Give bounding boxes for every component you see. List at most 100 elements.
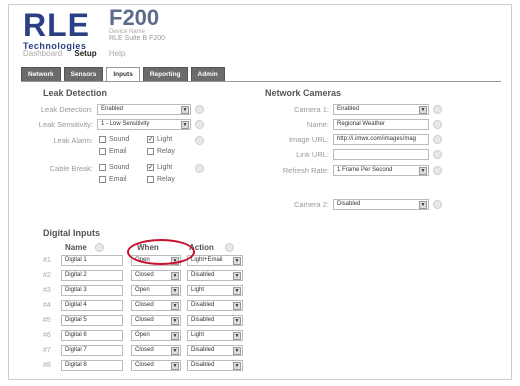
app-window: RLE Technologies F200 Device Name RLE Su…: [8, 4, 512, 380]
leak-sensitivity-select[interactable]: 1 - Low Sensitivity ▼: [97, 119, 191, 130]
help-icon[interactable]: [433, 105, 442, 114]
checkbox-label: Relay: [157, 176, 175, 183]
digital-action-select[interactable]: Disabled ▼: [187, 360, 243, 371]
leak-alarm-relay-checkbox[interactable]: Relay: [147, 148, 175, 155]
digital-name-input[interactable]: Digital 7: [61, 345, 123, 356]
checkbox-label: Light: [157, 136, 173, 143]
chevron-down-icon: ▼: [171, 332, 179, 340]
cable-break-sound-checkbox[interactable]: Sound: [99, 164, 129, 171]
digital-when-select[interactable]: Closed ▼: [131, 360, 181, 371]
checkmark-icon: ✓: [147, 164, 154, 171]
digital-name-input[interactable]: Digital 4: [61, 300, 123, 311]
help-icon[interactable]: [95, 243, 104, 252]
row-number: #8: [43, 362, 51, 369]
digital-action-select[interactable]: Light+Email ▼: [187, 255, 243, 266]
digital-when-select[interactable]: Open ▼: [131, 285, 181, 296]
digital-name-input[interactable]: Digital 3: [61, 285, 123, 296]
header: RLE Technologies F200 Device Name RLE Su…: [9, 5, 511, 63]
help-icon[interactable]: [195, 120, 204, 129]
digital-when-select[interactable]: Open ▼: [131, 330, 181, 341]
camera2-value: Disabled: [337, 201, 361, 207]
chevron-down-icon: ▼: [233, 362, 241, 370]
chevron-down-icon: ▼: [233, 317, 241, 325]
camera1-select[interactable]: Enabled ▼: [333, 104, 429, 115]
digital-name-input[interactable]: Digital 2: [61, 270, 123, 281]
camera1-value: Enabled: [337, 106, 360, 112]
leak-detection-value: Enabled: [101, 106, 124, 112]
chevron-down-icon: ▼: [171, 287, 179, 295]
checkbox-label: Email: [109, 148, 127, 155]
image-url-input[interactable]: http://i.imwx.com/images/mag: [333, 134, 429, 145]
cable-break-relay-checkbox[interactable]: Relay: [147, 176, 175, 183]
tab-inputs[interactable]: Inputs: [106, 67, 140, 81]
leak-alarm-light-checkbox[interactable]: ✓ Light: [147, 136, 172, 143]
digital-action-select[interactable]: Disabled ▼: [187, 300, 243, 311]
top-nav: Dashboard Setup Help: [23, 49, 135, 58]
digital-action-select[interactable]: Disabled ▼: [187, 345, 243, 356]
chevron-down-icon: ▼: [233, 287, 241, 295]
cable-break-light-checkbox[interactable]: ✓ Light: [147, 164, 172, 171]
row-number: #6: [43, 332, 51, 339]
digital-action-select[interactable]: Disabled ▼: [187, 270, 243, 281]
help-icon[interactable]: [433, 150, 442, 159]
camera2-select[interactable]: Disabled ▼: [333, 199, 429, 210]
digital-when-select[interactable]: Closed ▼: [131, 315, 181, 326]
tab-sensors[interactable]: Sensors: [63, 67, 104, 81]
digital-action-value: Disabled: [191, 362, 215, 368]
chevron-down-icon: ▼: [233, 347, 241, 355]
leak-alarm-sound-checkbox[interactable]: Sound: [99, 136, 129, 143]
digital-when-value: Closed: [135, 362, 154, 368]
checkbox-label: Sound: [109, 136, 130, 143]
nav-help[interactable]: Help: [109, 49, 125, 58]
leak-detection-select[interactable]: Enabled ▼: [97, 104, 191, 115]
checkbox-icon: [147, 176, 154, 183]
help-icon[interactable]: [195, 164, 204, 173]
digital-when-select[interactable]: Closed ▼: [131, 270, 181, 281]
chevron-down-icon: ▼: [181, 121, 189, 129]
help-icon[interactable]: [225, 243, 234, 252]
refresh-rate-select[interactable]: 1 Frame Per Second ▼: [333, 165, 429, 176]
chevron-down-icon: ▼: [233, 302, 241, 310]
leak-detection-label: Leak Detection:: [40, 105, 93, 114]
help-icon[interactable]: [433, 135, 442, 144]
network-cameras-title: Network Cameras: [265, 88, 342, 98]
digital-name-input[interactable]: Digital 6: [61, 330, 123, 341]
inputs-panel: Leak Detection Leak Detection: Enabled ▼ …: [21, 81, 501, 377]
chevron-down-icon: ▼: [233, 272, 241, 280]
digital-action-select[interactable]: Disabled ▼: [187, 315, 243, 326]
digital-when-value: Closed: [135, 272, 154, 278]
digital-action-value: Light: [191, 287, 205, 293]
digital-name-input[interactable]: Digital 1: [61, 255, 123, 266]
tab-reporting[interactable]: Reporting: [142, 67, 188, 81]
help-icon[interactable]: [433, 166, 442, 175]
link-url-input[interactable]: [333, 149, 429, 160]
leak-alarm-email-checkbox[interactable]: Email: [99, 148, 127, 155]
cable-break-email-checkbox[interactable]: Email: [99, 176, 127, 183]
cable-break-label: Cable Break:: [49, 164, 93, 173]
image-url-label: Image URL:: [288, 135, 329, 144]
help-icon[interactable]: [433, 200, 442, 209]
digital-when-value: Closed: [135, 347, 154, 353]
help-icon[interactable]: [195, 136, 204, 145]
digital-name-input[interactable]: Digital 8: [61, 360, 123, 371]
logo-main: RLE: [23, 7, 90, 43]
help-icon[interactable]: [433, 120, 442, 129]
digital-action-value: Disabled: [191, 272, 215, 278]
digital-when-select[interactable]: Closed ▼: [131, 345, 181, 356]
row-number: #4: [43, 302, 51, 309]
nav-dashboard[interactable]: Dashboard: [23, 49, 62, 58]
camera-name-input[interactable]: Regional Weather: [333, 119, 429, 130]
nav-setup[interactable]: Setup: [74, 49, 96, 58]
digital-when-value: Open: [135, 332, 150, 338]
digital-action-select[interactable]: Light ▼: [187, 285, 243, 296]
digital-when-select[interactable]: Closed ▼: [131, 300, 181, 311]
checkbox-icon: [147, 148, 154, 155]
digital-name-input[interactable]: Digital 5: [61, 315, 123, 326]
checkbox-label: Light: [157, 164, 173, 171]
tab-admin[interactable]: Admin: [190, 67, 225, 81]
help-icon[interactable]: [195, 105, 204, 114]
digital-action-select[interactable]: Light ▼: [187, 330, 243, 341]
tab-network[interactable]: Network: [21, 67, 61, 81]
checkbox-icon: [99, 136, 106, 143]
chevron-down-icon: ▼: [171, 362, 179, 370]
